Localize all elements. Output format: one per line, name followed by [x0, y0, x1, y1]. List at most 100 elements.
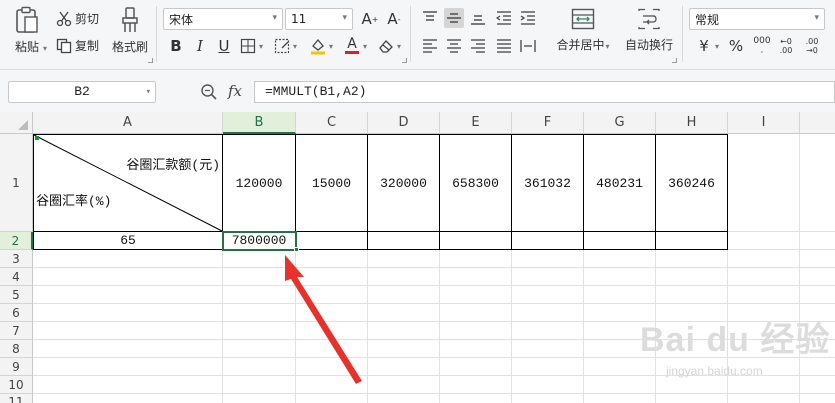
cell-a2[interactable]: 65	[34, 232, 222, 249]
distributed-icon[interactable]	[518, 36, 538, 56]
chevron-down-icon: ▾	[145, 87, 151, 97]
cell-a1-header-left[interactable]: 谷圈汇率(%)	[36, 190, 136, 209]
gridline	[583, 250, 584, 403]
row-header-3[interactable]: 3	[0, 250, 33, 268]
percent-symbol: %	[728, 37, 744, 55]
cell-g1[interactable]: 480231	[584, 135, 655, 231]
divider	[410, 6, 411, 62]
font-color-icon[interactable]: A	[342, 35, 362, 55]
formula-input[interactable]: =MMULT(B1,A2)	[254, 81, 835, 103]
gridline	[511, 250, 512, 403]
chevron-down-icon[interactable]: ▾	[293, 42, 297, 51]
column-header-f[interactable]: F	[512, 112, 584, 134]
table-border	[727, 134, 728, 250]
cut-button[interactable]: 剪切	[56, 10, 99, 27]
fx-icon[interactable]: fx	[228, 82, 242, 100]
cell-d1[interactable]: 320000	[368, 135, 439, 231]
row-header-2[interactable]: 2	[0, 232, 33, 250]
justify-icon[interactable]	[494, 36, 514, 56]
gridline	[33, 267, 835, 268]
cell-e1[interactable]: 658300	[440, 135, 511, 231]
align-right-icon[interactable]	[468, 36, 488, 56]
column-header-g[interactable]: G	[584, 112, 656, 134]
row-header-4[interactable]: 4	[0, 268, 33, 286]
cell-f1[interactable]: 361032	[512, 135, 583, 231]
row-header-8[interactable]: 8	[0, 340, 33, 358]
chevron-down-icon[interactable]: ▾	[259, 42, 263, 51]
currency-icon[interactable]: ¥	[694, 36, 714, 56]
copy-button[interactable]: 复制	[56, 37, 99, 54]
format-painter-button[interactable]: 格式刷	[108, 6, 152, 55]
increase-decimal-icon[interactable]: ←0.00	[776, 36, 796, 56]
font-name-select[interactable]: 宋体 ▾	[163, 8, 283, 30]
align-middle-icon[interactable]	[444, 8, 464, 28]
percent-icon[interactable]: %	[726, 36, 746, 56]
underline-icon[interactable]: U	[214, 36, 234, 56]
zoom-search-icon[interactable]	[200, 83, 218, 101]
chevron-down-icon: ▾	[272, 13, 277, 23]
decrease-font-icon[interactable]: A-	[384, 9, 404, 29]
align-bottom-icon[interactable]	[468, 8, 488, 28]
border-icon[interactable]	[238, 36, 258, 56]
merge-center-button[interactable]: 合并居中▾	[552, 8, 614, 53]
increase-font-icon[interactable]: A +	[360, 9, 380, 29]
chevron-down-icon[interactable]: ▾	[329, 42, 333, 51]
scissors-icon	[56, 11, 72, 27]
row-header-11[interactable]: 11	[0, 394, 33, 403]
row-header-10[interactable]: 10	[0, 376, 33, 394]
row-header-5[interactable]: 5	[0, 286, 33, 304]
name-box[interactable]: B2 ▾	[8, 81, 156, 103]
cell-c1[interactable]: 15000	[296, 135, 367, 231]
row-header-9[interactable]: 9	[0, 358, 33, 376]
cell-b1[interactable]: 120000	[223, 135, 295, 231]
chevron-down-icon[interactable]: ▾	[397, 42, 401, 51]
font-name-value: 宋体	[169, 12, 194, 27]
paste-dropdown-icon[interactable]: ▾	[43, 44, 47, 53]
select-all-corner[interactable]	[0, 112, 33, 134]
format-painter-label: 格式刷	[111, 40, 148, 54]
bold-icon[interactable]: B	[166, 36, 186, 56]
copy-label: 复制	[75, 39, 100, 53]
gridline	[728, 231, 835, 232]
fill-color-icon[interactable]	[308, 36, 328, 56]
column-header-b[interactable]: B	[223, 112, 296, 134]
font-size-select[interactable]: 11 ▾	[285, 8, 353, 30]
row-header-1[interactable]: 1	[0, 134, 33, 232]
column-header-h[interactable]: H	[656, 112, 728, 134]
formula-bar: B2 ▾ fx =MMULT(B1,A2)	[0, 70, 835, 112]
column-header-d[interactable]: D	[368, 112, 440, 134]
increase-indent-icon[interactable]	[518, 8, 538, 28]
chevron-down-icon[interactable]: ▾	[715, 42, 719, 51]
cell-a1-header-right[interactable]: 谷圈汇款额(元)	[100, 154, 220, 173]
cell-h1[interactable]: 360246	[656, 135, 727, 231]
column-header-e[interactable]: E	[440, 112, 512, 134]
clear-format-icon[interactable]	[376, 36, 396, 56]
chevron-down-icon[interactable]: ▾	[606, 42, 610, 51]
column-header-c[interactable]: C	[296, 112, 368, 134]
clipboard-launcher-icon[interactable]	[148, 58, 153, 63]
row-header-6[interactable]: 6	[0, 304, 33, 322]
decrease-decimal-icon[interactable]: .00 →0	[802, 36, 822, 56]
align-center-icon[interactable]	[444, 36, 464, 56]
font-size-value: 11	[291, 12, 307, 26]
fill-style-icon[interactable]	[272, 36, 292, 56]
paste-button[interactable]: 粘贴 ▾	[8, 6, 47, 55]
align-left-icon[interactable]	[420, 36, 440, 56]
chevron-down-icon[interactable]: ▾	[363, 42, 367, 51]
column-header-i[interactable]: I	[728, 112, 800, 134]
italic-icon[interactable]: I	[190, 36, 210, 56]
chevron-down-icon: ▾	[342, 13, 347, 23]
wrap-text-label: 自动换行	[624, 38, 673, 52]
row-header-7[interactable]: 7	[0, 322, 33, 340]
font-launcher-icon[interactable]	[402, 58, 407, 63]
number-format-value: 常规	[695, 12, 720, 27]
decrease-indent-icon[interactable]	[494, 8, 514, 28]
wrap-text-button[interactable]: 自动换行	[620, 8, 678, 53]
alignment-launcher-icon[interactable]	[672, 58, 677, 63]
column-header-a[interactable]: A	[33, 112, 223, 134]
align-top-icon[interactable]	[420, 8, 440, 28]
column-header-overflow	[800, 112, 835, 134]
number-format-select[interactable]: 常规 ▾	[689, 8, 825, 30]
gridline	[439, 250, 440, 403]
thousands-separator-icon[interactable]: 000,	[752, 36, 772, 56]
